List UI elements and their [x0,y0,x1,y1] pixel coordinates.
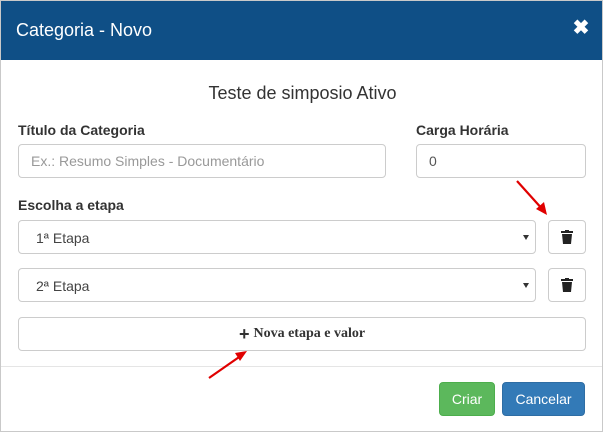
close-icon[interactable]: ✖ [570,15,592,39]
stage-select-2[interactable]: 2ª Etapa [18,268,536,302]
red-arrow-annotation [516,180,547,215]
modal-title: Categoria - Novo [16,20,153,40]
hours-label: Carga Horária [416,122,509,138]
trash-icon [561,230,573,244]
footer-divider [1,366,602,367]
stage-select-1-value: 1ª Etapa [36,230,90,246]
category-modal: Categoria - Novo ✖ Teste de simposio Ati… [0,0,603,432]
caret-down-icon [523,283,529,288]
modal-subtitle: Teste de simposio Ativo [208,83,397,103]
stage-select-1[interactable]: 1ª Etapa [18,220,536,254]
cancel-button[interactable]: Cancelar [502,382,585,416]
delete-stage-2-button[interactable] [548,268,586,302]
plus-icon: + [238,324,250,344]
trash-icon [561,278,573,292]
title-label: Título da Categoria [18,122,145,138]
red-arrow-annotation [208,351,247,379]
delete-stage-1-button[interactable] [548,220,586,254]
modal-header: Categoria - Novo ✖ [1,1,602,60]
hours-input[interactable] [416,144,586,178]
stage-select-2-value: 2ª Etapa [36,278,90,294]
save-button[interactable]: Criar [439,382,495,416]
add-stage-label: Nova etapa e valor [253,326,366,341]
caret-down-icon [523,235,529,240]
add-stage-button[interactable]: + Nova etapa e valor [18,317,586,351]
category-title-input[interactable] [18,144,386,178]
stage-label: Escolha a etapa [18,197,124,213]
